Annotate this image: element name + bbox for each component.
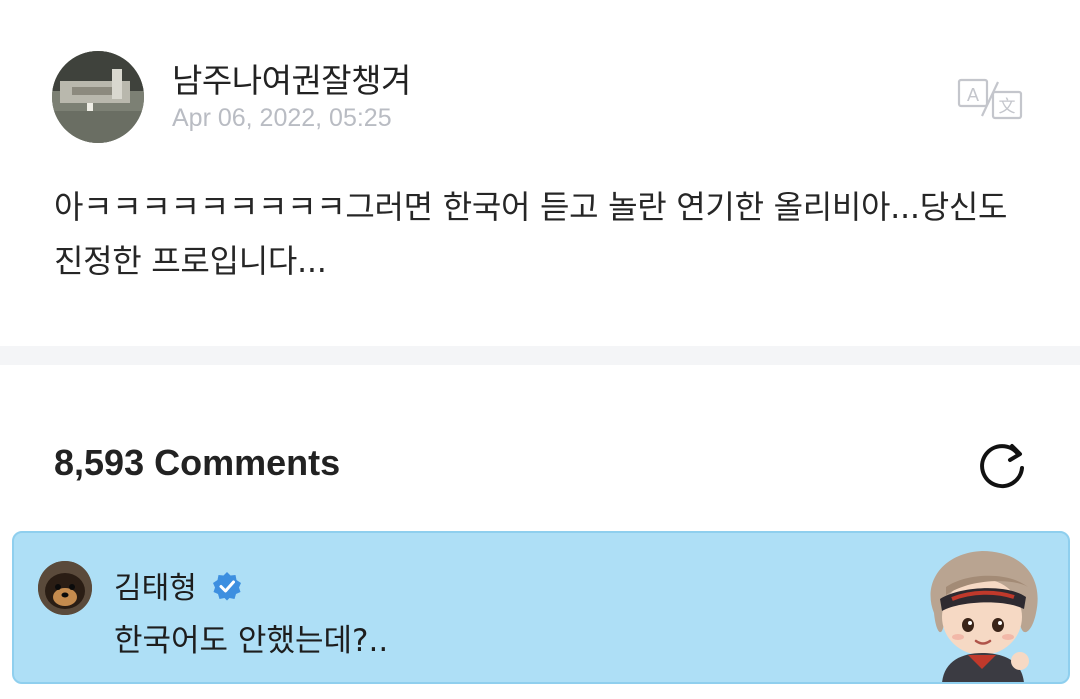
comments-count: 8,593 Comments [54, 442, 341, 483]
character-sticker [912, 543, 1052, 682]
post-timestamp: Apr 06, 2022, 05:25 [172, 104, 392, 132]
comment-item[interactable]: 김태형 한국어도 안했는데?.. [12, 531, 1070, 684]
refresh-icon[interactable] [974, 438, 1030, 490]
comment-text: 한국어도 안했는데?.. [114, 623, 389, 659]
section-divider [0, 346, 1080, 365]
post-card: 남주나여권잘챙겨 Apr 06, 2022, 05:25 A 文 아ㅋㅋㅋㅋㅋㅋ… [0, 0, 1080, 346]
commenter-avatar[interactable] [38, 561, 92, 615]
translate-icon[interactable]: A 文 [956, 76, 1024, 122]
author-name[interactable]: 남주나여권잘챙겨 [172, 54, 411, 102]
author-avatar[interactable] [52, 51, 144, 143]
post-content: 아ㅋㅋㅋㅋㅋㅋㅋㅋㅋ그러면 한국어 듣고 놀란 연기한 올리비아...당신도 진… [54, 188, 1008, 280]
commenter-name[interactable]: 김태형 [114, 563, 197, 607]
verified-badge-icon [212, 571, 242, 601]
svg-text:A: A [967, 85, 979, 105]
svg-text:文: 文 [999, 97, 1016, 117]
